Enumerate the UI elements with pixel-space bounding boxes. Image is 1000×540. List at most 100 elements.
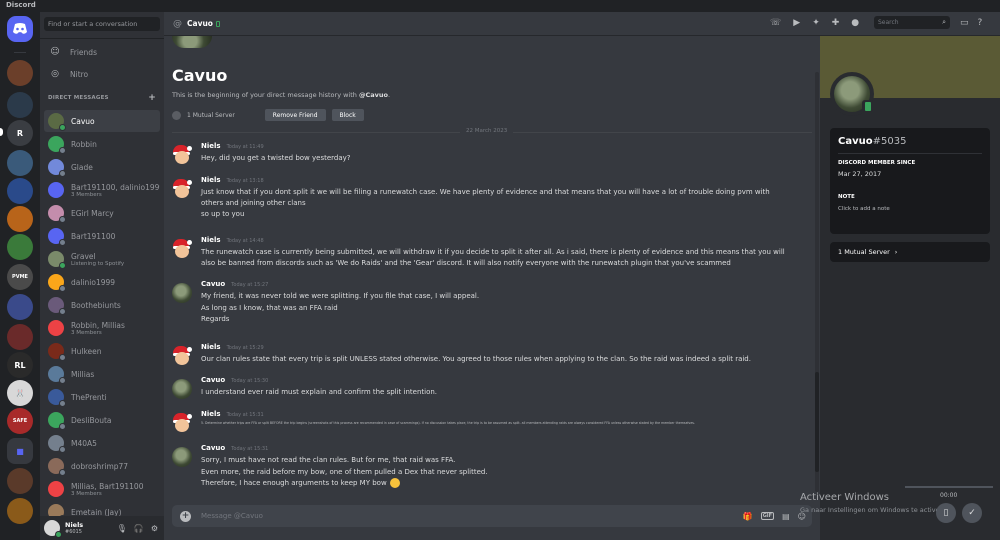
microphone-icon[interactable]: 🎙: [117, 524, 127, 533]
inbox-icon[interactable]: ▭: [960, 18, 969, 28]
server-icon-1[interactable]: [7, 60, 33, 86]
message-author[interactable]: Cavuo: [201, 280, 225, 288]
dm-item[interactable]: dalinio1999: [44, 271, 160, 293]
message-author[interactable]: Niels: [201, 176, 221, 184]
intro-suffix: .: [387, 91, 391, 99]
scrollbar[interactable]: [815, 72, 819, 492]
dm-item[interactable]: Glade: [44, 156, 160, 178]
sticker-icon[interactable]: ▤: [782, 512, 790, 521]
dm-item[interactable]: Millias: [44, 363, 160, 385]
friends-nav-item[interactable]: ☺ Friends: [44, 43, 160, 61]
status-indicator: [59, 423, 66, 430]
dm-item[interactable]: ThePrenti: [44, 386, 160, 408]
server-icon-3[interactable]: R: [7, 120, 33, 146]
friends-icon: ☺: [50, 47, 60, 57]
media-progress-bar[interactable]: [905, 486, 993, 488]
user-profile-panel: Cavuo#5035 DISCORD MEMBER SINCE Mar 27, …: [820, 36, 1000, 540]
note-input[interactable]: Click to add a note: [838, 206, 890, 212]
server-icon-6[interactable]: [7, 206, 33, 232]
server-icon-9[interactable]: [7, 294, 33, 320]
message-author[interactable]: Niels: [201, 343, 221, 351]
pinned-messages-icon[interactable]: ✦: [812, 18, 820, 28]
message-timestamp: Today at 15:27: [231, 282, 269, 288]
dm-item[interactable]: DesliBouta: [44, 409, 160, 431]
server-icon-2[interactable]: [7, 92, 33, 118]
server-icon-5[interactable]: [7, 178, 33, 204]
upload-plus-icon[interactable]: +: [180, 510, 191, 522]
dm-item[interactable]: Cavuo: [44, 110, 160, 132]
voice-call-icon[interactable]: ☏: [770, 18, 781, 28]
composer-placeholder[interactable]: Message @Cavuo: [201, 512, 263, 520]
window-title: Discord: [0, 0, 1000, 12]
discord-home-icon[interactable]: [7, 16, 33, 42]
dm-item[interactable]: Bart191100, dalinio1999 3 Members: [44, 179, 160, 201]
chevron-right-icon: ›: [894, 248, 898, 256]
message-avatar[interactable]: [172, 447, 192, 467]
dm-subtext: 3 Members: [71, 329, 102, 336]
help-icon[interactable]: ?: [978, 18, 983, 28]
dm-item[interactable]: dobroshrimp77: [44, 455, 160, 477]
dm-item[interactable]: M40A5: [44, 432, 160, 454]
dm-item[interactable]: EGirl Marcy: [44, 202, 160, 224]
message-avatar[interactable]: [172, 179, 192, 199]
checkmark-icon[interactable]: ✓: [962, 503, 982, 523]
server-icon-11[interactable]: RL: [7, 352, 33, 378]
media-control-button[interactable]: ▯: [936, 503, 956, 523]
dm-name: Robbin: [71, 139, 97, 149]
dm-name: M40A5: [71, 438, 97, 448]
user-avatar[interactable]: [44, 520, 62, 538]
server-icon-13[interactable]: SAFE: [7, 408, 33, 434]
dm-avatar: [48, 366, 66, 384]
message-author[interactable]: Niels: [201, 142, 221, 150]
block-button[interactable]: Block: [331, 109, 364, 121]
message-avatar[interactable]: [172, 145, 192, 165]
server-icon-10[interactable]: [7, 324, 33, 350]
server-icon-7[interactable]: [7, 234, 33, 260]
message-author[interactable]: Cavuo: [201, 444, 225, 452]
gift-icon[interactable]: 🎁: [743, 512, 753, 521]
dm-item[interactable]: Hulkeen: [44, 340, 160, 362]
dm-item[interactable]: Boothebiunts: [44, 294, 160, 316]
message-line: I understand ever raid must explain and …: [201, 387, 791, 398]
add-friends-to-dm-icon[interactable]: ✚: [832, 18, 840, 28]
server-icon-8[interactable]: PVME: [7, 264, 33, 290]
dm-item[interactable]: Gravel Listening to Spotify: [44, 248, 160, 270]
gif-icon[interactable]: GIF: [760, 512, 775, 520]
message-author[interactable]: Niels: [201, 236, 221, 244]
mutual-servers-button[interactable]: 1 Mutual Server ›: [830, 242, 990, 262]
nitro-nav-item[interactable]: ◎ Nitro: [44, 65, 160, 83]
message-composer[interactable]: + Message @Cavuo 🎁 GIF ▤ ☺: [172, 505, 812, 527]
dm-item[interactable]: Robbin: [44, 133, 160, 155]
message-avatar[interactable]: [172, 283, 192, 303]
message-avatar[interactable]: [172, 379, 192, 399]
message-author[interactable]: Niels: [201, 410, 221, 418]
message-author[interactable]: Cavuo: [201, 376, 225, 384]
dm-name: Millias: [71, 369, 95, 379]
dm-item[interactable]: Bart191100: [44, 225, 160, 247]
find-conversation-button[interactable]: Find or start a conversation: [44, 17, 160, 31]
folder-icon[interactable]: ■: [7, 438, 33, 464]
server-icon-15[interactable]: [7, 498, 33, 524]
server-icon-12[interactable]: 🐰: [7, 380, 33, 406]
create-dm-plus-icon[interactable]: +: [148, 94, 156, 103]
search-placeholder: Search: [878, 19, 899, 26]
message-avatar[interactable]: [172, 346, 192, 366]
dm-item[interactable]: Millias, Bart191100 3 Members: [44, 478, 160, 500]
scrollbar-thumb[interactable]: [815, 372, 819, 472]
search-input[interactable]: Search ⌕: [874, 16, 950, 29]
at-sign-icon: @: [173, 18, 182, 29]
message-avatar[interactable]: [172, 239, 192, 259]
dm-name: Gravel: [71, 251, 96, 261]
remove-friend-button[interactable]: Remove Friend: [264, 109, 326, 121]
video-call-icon[interactable]: ▶: [793, 18, 800, 28]
message-avatar[interactable]: [172, 413, 192, 433]
dm-item[interactable]: Robbin, Millias 3 Members: [44, 317, 160, 339]
user-profile-icon[interactable]: ●: [851, 18, 859, 28]
intro-text: This is the beginning of your direct mes…: [172, 91, 390, 99]
mutual-server-label[interactable]: 1 Mutual Server: [187, 112, 235, 119]
server-icon-4[interactable]: [7, 150, 33, 176]
headphones-icon[interactable]: 🎧: [134, 524, 144, 533]
message-list[interactable]: Cavuo This is the beginning of your dire…: [164, 36, 820, 496]
server-icon-14[interactable]: [7, 468, 33, 494]
settings-gear-icon[interactable]: ⚙: [151, 524, 158, 533]
